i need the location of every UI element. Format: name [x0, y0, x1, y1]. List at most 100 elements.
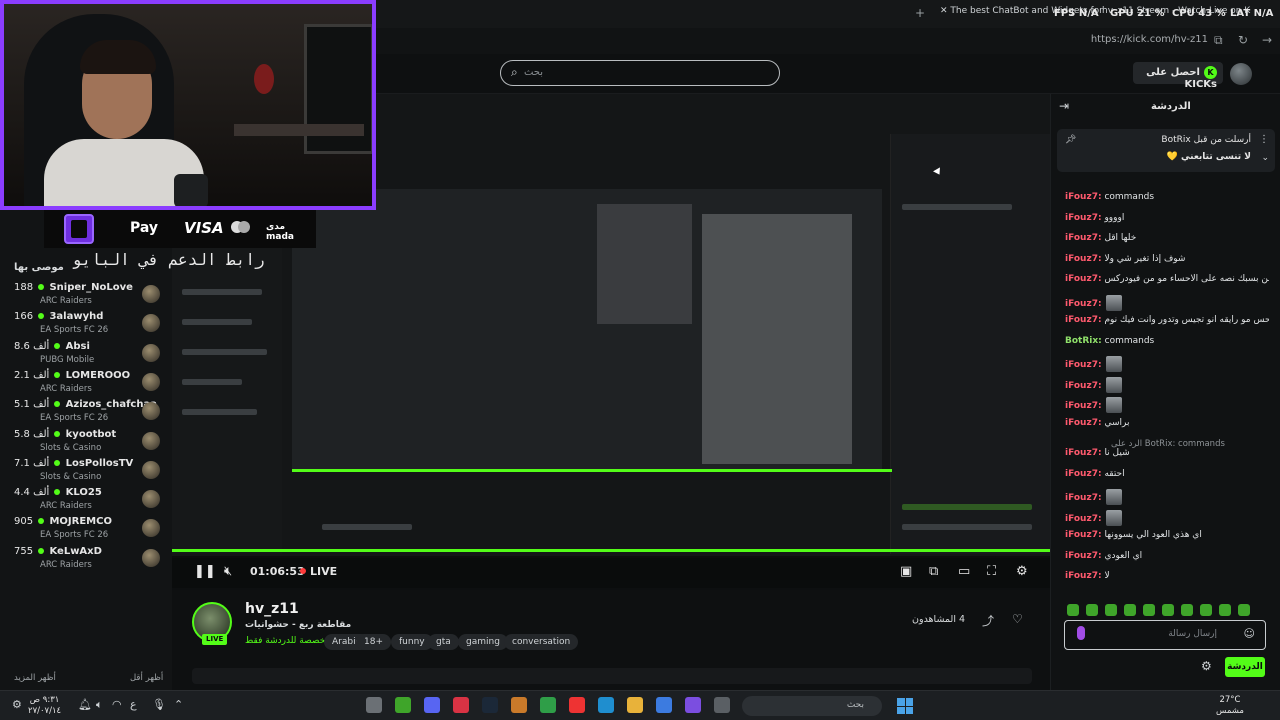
chat-message[interactable]: iFouz7: commands [1065, 192, 1269, 210]
share-icon[interactable]: ⤴ [982, 612, 994, 629]
mic-icon[interactable]: 🎙︎ [152, 698, 166, 711]
microphone-icon[interactable] [1077, 626, 1085, 640]
chat-message[interactable]: iFouz7: احتقه [1065, 469, 1269, 487]
sidebar-item[interactable]: 7.1 ألف LosPollosTV Slots & Casino [12, 457, 162, 485]
pinned-message[interactable]: 📌︎ أرسلت من قبل BotRix لا تنسى تتابعني 💛… [1057, 129, 1275, 172]
stream-tag[interactable]: 18+ [356, 634, 391, 650]
emoji-icon[interactable]: ☺ [1244, 627, 1255, 640]
chat-image[interactable] [1106, 294, 1123, 311]
app-icon[interactable] [656, 697, 672, 713]
chat-username[interactable]: iFouz7: [1065, 213, 1102, 223]
chat-username[interactable]: iFouz7: [1065, 192, 1102, 202]
chat-username[interactable]: iFouz7: [1065, 418, 1102, 428]
notification-icon[interactable]: 🔔︎ [78, 698, 92, 711]
sidebar-item[interactable]: 188 Sniper_NoLove ARC Raiders [12, 281, 162, 309]
language-icon[interactable]: ع [130, 698, 137, 711]
chat-username[interactable]: iFouz7: [1065, 233, 1102, 243]
chat-message[interactable]: iFouz7: شيل نا [1065, 448, 1269, 466]
chat-image[interactable] [1106, 356, 1123, 372]
chat-message[interactable]: iFouz7: اي هذي العود الي يسوونها [1065, 530, 1269, 548]
chat-message[interactable]: iFouz7: [1065, 509, 1269, 528]
stream-category[interactable]: مخصصة للدردشة فقط [245, 636, 330, 646]
chat-username[interactable]: iFouz7: [1065, 514, 1102, 524]
sidebar-item[interactable]: 755 KeLwAxD ARC Raiders [12, 545, 162, 573]
chat-image[interactable] [1106, 376, 1123, 393]
chat-username[interactable]: iFouz7: [1065, 551, 1102, 561]
live-indicator[interactable]: LIVE [300, 565, 337, 578]
speaker-icon[interactable]: 🔈︎ [96, 698, 103, 712]
pause-icon[interactable]: ❚❚ [194, 564, 216, 579]
chat-message[interactable]: iFouz7: [1065, 397, 1269, 415]
sidebar-item[interactable]: 5.8 ألف kyootbot Slots & Casino [12, 428, 162, 456]
edge-icon[interactable] [598, 697, 614, 713]
youtube-icon[interactable] [569, 697, 585, 713]
chat-username[interactable]: iFouz7: [1065, 315, 1102, 325]
sidebar-item[interactable]: 4.4 ألف KLO25 ARC Raiders [12, 486, 162, 514]
chevron-up-icon[interactable]: ⌃ [174, 698, 183, 711]
chat-message[interactable]: iFouz7: لا [1065, 571, 1269, 589]
more-icon[interactable]: ⋮ [1259, 134, 1269, 145]
chat-username[interactable]: iFouz7: [1065, 571, 1102, 581]
chat-settings-icon[interactable]: ⚙ [1201, 659, 1212, 673]
playback-progress[interactable] [172, 549, 1050, 552]
chat-username[interactable]: iFouz7: [1065, 299, 1102, 309]
search-input[interactable]: ⌕ بحث [500, 60, 780, 86]
new-tab-icon[interactable]: + [915, 6, 925, 20]
theater-mode-icon[interactable]: ▭ [958, 564, 970, 579]
folder-icon[interactable] [627, 697, 643, 713]
copy-icon[interactable]: ⧉ [1214, 33, 1223, 48]
app-icon[interactable] [453, 697, 469, 713]
chat-username[interactable]: iFouz7: [1065, 448, 1102, 458]
chat-message[interactable]: iFouz7: براسي [1065, 418, 1269, 436]
stream-tag[interactable]: gaming [458, 634, 508, 650]
reload-icon[interactable]: ↻ [1238, 33, 1248, 47]
avatar[interactable] [1230, 63, 1252, 85]
chat-username[interactable]: iFouz7: [1065, 254, 1102, 264]
chat-username[interactable]: iFouz7: [1065, 469, 1102, 479]
back-icon[interactable]: → [1262, 33, 1272, 47]
chat-username[interactable]: iFouz7: [1065, 530, 1102, 540]
show-more-button[interactable]: أظهر المزيد [14, 673, 56, 683]
chat-message[interactable]: iFouz7: من بسبك نصه على الاحساء مو من في… [1065, 274, 1269, 292]
get-kicks-button[interactable]: Kاحصل على KICKs [1133, 62, 1223, 90]
chat-message[interactable]: iFouz7: [1065, 356, 1269, 374]
chat-message[interactable]: iFouz7: خلها اقل [1065, 233, 1269, 251]
chat-username[interactable]: iFouz7: [1065, 274, 1102, 284]
clip-icon[interactable]: ⧉ [929, 564, 938, 579]
show-less-button[interactable]: أظهر أقل [130, 673, 163, 683]
app-icon[interactable] [511, 697, 527, 713]
sidebar-item[interactable]: 5.1 ألف Azizos_chafchaa EA Sports FC 26 [12, 398, 162, 426]
settings-icon[interactable]: ⚙ [1016, 564, 1028, 579]
mute-icon[interactable]: 🔇︎ [224, 564, 232, 579]
follow-icon[interactable]: ♡ [1012, 612, 1023, 626]
app-icon[interactable] [366, 697, 382, 713]
collapse-chat-icon[interactable]: ⇥ [1059, 99, 1069, 113]
taskbar-search[interactable]: بحث [742, 696, 882, 716]
discord-icon[interactable] [424, 697, 440, 713]
chat-message[interactable]: iFouz7: [1065, 376, 1269, 395]
weather-widget[interactable]: 27°C مشمس [1216, 695, 1244, 717]
app-icon[interactable] [685, 697, 701, 713]
sidebar-item[interactable]: 166 3alawyhd EA Sports FC 26 [12, 310, 162, 338]
chevron-down-icon[interactable]: ⌄ [1261, 153, 1269, 163]
chat-image[interactable] [1106, 489, 1123, 505]
chat-message[interactable]: iFouz7: [1065, 489, 1269, 507]
chat-message[interactable]: iFouz7: احس مو رايقه انو تجيس وتدور وأنت… [1065, 315, 1269, 333]
wifi-icon[interactable]: ◠ [112, 698, 122, 711]
chat-message[interactable]: iFouz7: شوف إذا تغير شي ولا [1065, 254, 1269, 272]
chat-message[interactable]: iFouz7: [1065, 294, 1269, 313]
chat-username[interactable]: iFouz7: [1065, 493, 1102, 503]
xbox-icon[interactable] [540, 697, 556, 713]
stream-tag[interactable]: funny [391, 634, 433, 650]
emote-bar[interactable] [1067, 601, 1267, 616]
taskbar-clock[interactable]: ٩:٣١ ص ٢٧/٠٧/١٤ [28, 695, 61, 717]
chat-image[interactable] [1106, 509, 1123, 526]
windows-start-icon[interactable] [897, 698, 913, 714]
chat-username[interactable]: BotRix: [1065, 336, 1102, 346]
streamer-name[interactable]: hv_z11 [245, 601, 299, 617]
app-icon[interactable] [395, 697, 411, 713]
sidebar-item[interactable]: 2.1 ألف LOMEROOO ARC Raiders [12, 369, 162, 397]
sidebar-item[interactable]: 8.6 ألف Absi PUBG Mobile [12, 340, 162, 368]
chat-image[interactable] [1106, 397, 1123, 413]
stream-tag[interactable]: conversation [504, 634, 579, 650]
